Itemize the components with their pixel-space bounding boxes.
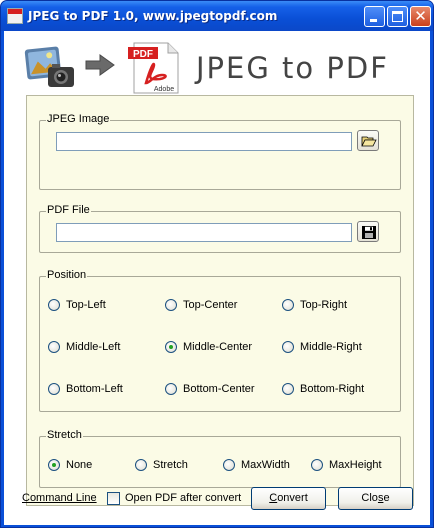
maximize-button[interactable] <box>387 6 408 27</box>
adobe-pdf-icon: PDF Adobe <box>128 42 179 94</box>
pdf-file-input[interactable] <box>56 223 352 242</box>
convert-label: onvert <box>277 492 308 504</box>
close-window-button[interactable]: ✕ <box>410 6 431 27</box>
maximize-icon <box>392 11 403 22</box>
stretch-legend: Stretch <box>46 429 83 441</box>
pdf-badge-text: PDF <box>133 49 153 60</box>
app-title: JPEG to PDF <box>196 51 389 85</box>
command-line-link[interactable]: Command Line <box>22 492 97 504</box>
selected-dot <box>52 463 56 467</box>
stretch-group: Stretch None Stretch MaxWidth MaxHeight <box>39 429 401 488</box>
save-pdf-button[interactable] <box>357 221 379 242</box>
app-icon <box>7 8 23 24</box>
arrow-right-icon <box>85 54 115 76</box>
convert-button[interactable]: Convert <box>251 487 326 510</box>
convert-accel: C <box>269 492 278 504</box>
close-button[interactable]: Close <box>338 487 413 510</box>
jpeg-image-group: JPEG Image <box>39 113 401 190</box>
folder-open-icon <box>361 136 377 147</box>
close-label-post: e <box>383 492 390 504</box>
minimize-icon <box>370 19 377 22</box>
open-pdf-checkbox[interactable] <box>107 492 120 505</box>
jpeg-image-legend: JPEG Image <box>46 113 111 125</box>
browse-jpeg-button[interactable] <box>357 130 379 151</box>
main-panel: JPEG Image PDF File Position Top-Left To… <box>26 95 414 506</box>
jpeg-image-input[interactable] <box>56 132 352 151</box>
position-legend: Position <box>46 269 88 281</box>
title-bar[interactable]: JPEG to PDF 1.0, www.jpegtopdf.com ✕ <box>1 1 433 31</box>
window-title: JPEG to PDF 1.0, www.jpegtopdf.com <box>28 9 278 23</box>
close-icon: ✕ <box>414 7 427 25</box>
close-label-pre: Clo <box>361 492 378 504</box>
adobe-text: Adobe <box>154 86 174 93</box>
minimize-button[interactable] <box>364 6 385 27</box>
selected-dot <box>169 345 173 349</box>
open-pdf-label[interactable]: Open PDF after convert <box>125 492 241 504</box>
client-area: PDF Adobe JPEG to PDF JPEG Image PDF Fil… <box>4 31 430 525</box>
pdf-file-legend: PDF File <box>46 204 91 216</box>
floppy-disk-icon <box>362 226 376 239</box>
app-window: JPEG to PDF 1.0, www.jpegtopdf.com ✕ PDF <box>0 0 434 528</box>
position-group: Position Top-Left Top-Center Top-Right M… <box>39 269 401 412</box>
pdf-file-group: PDF File <box>39 204 401 253</box>
camera-photo-icon <box>24 46 74 87</box>
